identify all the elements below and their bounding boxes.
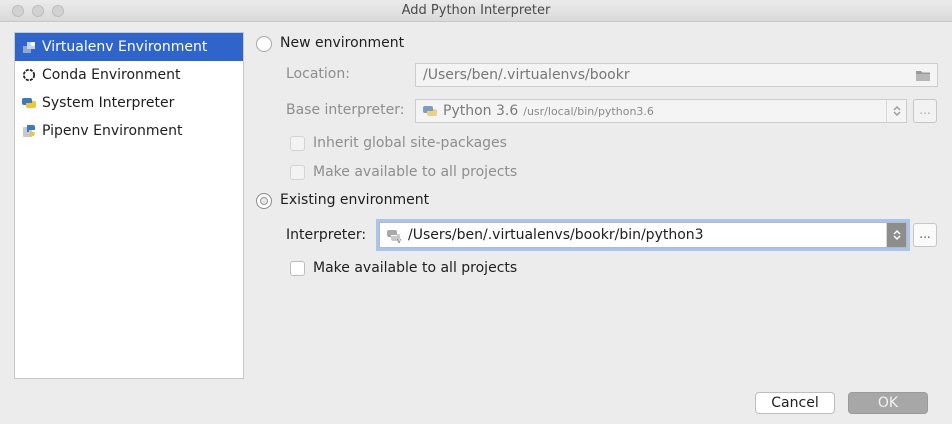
sidebar-item-pipenv[interactable]: Pipenv Environment (15, 117, 243, 145)
sidebar-item-label: System Interpreter (42, 95, 175, 111)
inherit-site-packages-label: Inherit global site-packages (313, 135, 507, 151)
new-environment-radio[interactable] (256, 36, 272, 52)
new-environment-label: New environment (280, 35, 405, 51)
interpreter-label: Interpreter: (286, 227, 367, 243)
python-icon (423, 104, 437, 118)
inherit-site-packages-checkbox[interactable] (290, 136, 305, 151)
location-label: Location: (286, 66, 350, 82)
sidebar-item-virtualenv[interactable]: Virtualenv Environment (15, 33, 243, 61)
svg-text:v: v (397, 237, 401, 243)
cancel-button[interactable]: Cancel (755, 392, 835, 414)
chevron-updown-icon (886, 100, 906, 122)
base-interpreter-label: Base interpreter: (286, 102, 405, 118)
sidebar-item-label: Virtualenv Environment (42, 39, 208, 55)
interpreter-browse-button[interactable]: ... (913, 223, 937, 247)
new-env-make-available-checkbox[interactable] (290, 165, 305, 180)
interpreter-value: /Users/ben/.virtualenvs/bookr/bin/python… (408, 227, 704, 243)
new-env-make-available-label: Make available to all projects (313, 164, 518, 180)
existing-env-make-available-label: Make available to all projects (313, 260, 518, 276)
sidebar-item-conda[interactable]: Conda Environment (15, 61, 243, 89)
virtualenv-icon (21, 39, 37, 55)
base-interpreter-browse-button[interactable]: ... (913, 99, 937, 123)
folder-icon[interactable] (915, 69, 931, 86)
title-bar: Add Python Interpreter (0, 0, 952, 22)
base-interpreter-name: Python 3.6 (443, 103, 519, 119)
conda-icon (21, 67, 37, 83)
pipenv-icon (21, 123, 37, 139)
sidebar-item-system-interpreter[interactable]: System Interpreter (15, 89, 243, 117)
base-interpreter-path: /usr/local/bin/python3.6 (523, 104, 654, 118)
location-field[interactable]: /Users/ben/.virtualenvs/bookr (415, 63, 938, 87)
base-interpreter-select[interactable]: Python 3.6 /usr/local/bin/python3.6 (415, 99, 907, 123)
environment-type-list: Virtualenv Environment Conda Environment… (14, 32, 244, 379)
existing-environment-label: Existing environment (280, 192, 430, 208)
existing-env-make-available-checkbox[interactable] (290, 261, 305, 276)
virtualenv-python-icon: v (387, 228, 403, 243)
window-title: Add Python Interpreter (401, 3, 551, 18)
existing-environment-radio[interactable] (256, 193, 272, 209)
ok-button[interactable]: OK (848, 392, 928, 414)
location-value: /Users/ben/.virtualenvs/bookr (423, 67, 630, 83)
sidebar-item-label: Pipenv Environment (42, 123, 183, 139)
sidebar-item-label: Conda Environment (42, 67, 181, 83)
python-icon (21, 95, 37, 111)
chevron-updown-icon (886, 223, 906, 247)
interpreter-select[interactable]: v /Users/ben/.virtualenvs/bookr/bin/pyth… (379, 222, 907, 248)
